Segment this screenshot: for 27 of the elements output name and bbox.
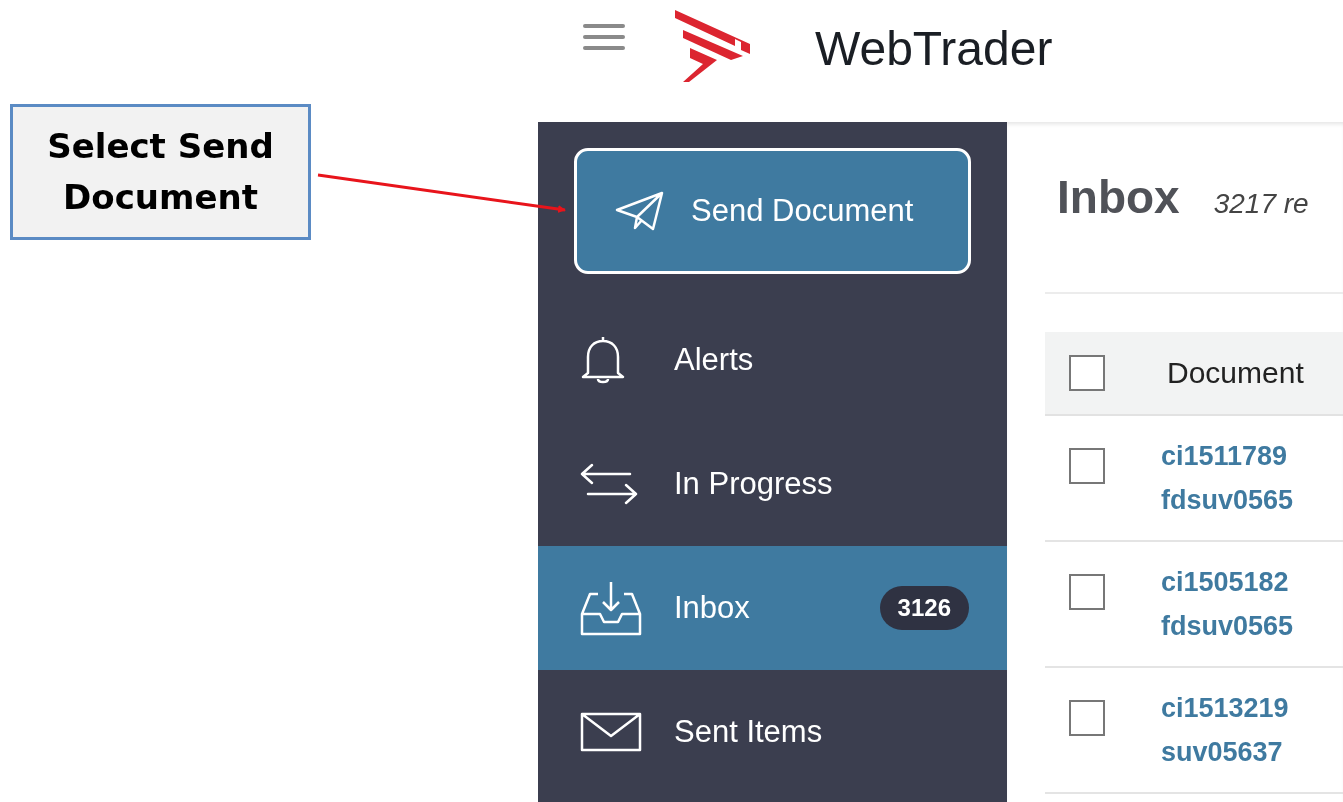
menu-icon[interactable] bbox=[583, 22, 625, 52]
column-header: Document bbox=[1167, 356, 1304, 390]
inbox-icon bbox=[580, 580, 642, 636]
checkbox[interactable] bbox=[1069, 355, 1105, 391]
sidebar-item[interactable]: Inbox 3126 bbox=[538, 546, 1007, 670]
checkbox[interactable] bbox=[1069, 700, 1105, 736]
document-link[interactable]: ci1513219 bbox=[1161, 686, 1289, 730]
paper-plane-icon bbox=[615, 190, 665, 232]
document-link[interactable]: ci1505182 bbox=[1161, 560, 1294, 604]
send-document-button[interactable]: Send Document bbox=[574, 148, 971, 274]
sidebar-item[interactable]: Alerts bbox=[538, 298, 1007, 422]
count-badge: 3126 bbox=[879, 586, 969, 630]
page-title: Inbox bbox=[1057, 170, 1180, 224]
checkbox[interactable] bbox=[1069, 574, 1105, 610]
document-link[interactable]: fdsuv0565 bbox=[1161, 604, 1294, 648]
document-link[interactable]: ci1511789 bbox=[1161, 434, 1294, 478]
envelope-icon bbox=[580, 712, 642, 752]
record-count: 3217 re bbox=[1213, 188, 1309, 220]
document-link[interactable]: fdsuv0565 bbox=[1161, 478, 1294, 522]
checkbox[interactable] bbox=[1069, 448, 1105, 484]
sidebar-item[interactable]: In Progress bbox=[538, 422, 1007, 546]
bell-icon bbox=[580, 335, 626, 385]
document-link[interactable]: suv05637 bbox=[1161, 730, 1289, 774]
sidebar-item[interactable]: Sent Items bbox=[538, 670, 1007, 794]
app-title: WebTrader bbox=[815, 20, 1053, 76]
callout-box: Select Send Document bbox=[10, 104, 311, 240]
arrows-icon bbox=[580, 462, 638, 506]
